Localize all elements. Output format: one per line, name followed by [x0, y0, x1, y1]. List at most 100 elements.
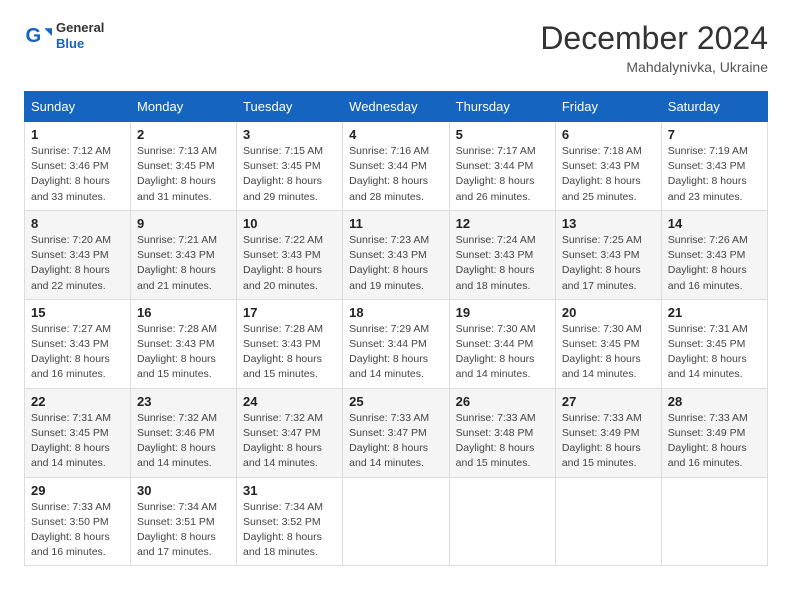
day-info: Sunrise: 7:33 AM Sunset: 3:47 PM Dayligh… — [349, 411, 442, 472]
day-number: 12 — [456, 216, 549, 231]
day-info: Sunrise: 7:30 AM Sunset: 3:44 PM Dayligh… — [456, 322, 549, 383]
day-number: 11 — [349, 216, 442, 231]
day-info: Sunrise: 7:31 AM Sunset: 3:45 PM Dayligh… — [31, 411, 124, 472]
day-info: Sunrise: 7:16 AM Sunset: 3:44 PM Dayligh… — [349, 144, 442, 205]
month-title: December 2024 — [540, 20, 768, 57]
day-cell: 15Sunrise: 7:27 AM Sunset: 3:43 PM Dayli… — [25, 299, 131, 388]
day-cell: 17 Sunrise: 7:28 AM Sunset: 3:43 PM Dayli… — [237, 299, 343, 388]
day-cell: 6 Sunrise: 7:18 AM Sunset: 3:43 PM Daylig… — [555, 122, 661, 211]
day-number: 26 — [456, 394, 549, 409]
day-cell: 21Sunrise: 7:31 AM Sunset: 3:45 PM Dayli… — [661, 299, 767, 388]
day-info: Sunrise: 7:34 AM Sunset: 3:51 PM Dayligh… — [137, 500, 230, 561]
day-header-sunday: Sunday — [25, 92, 131, 122]
empty-cell — [449, 477, 555, 566]
day-number: 30 — [137, 483, 230, 498]
day-number: 6 — [562, 127, 655, 142]
day-header-wednesday: Wednesday — [343, 92, 449, 122]
day-cell: 8 Sunrise: 7:20 AM Sunset: 3:43 PM Daylig… — [25, 210, 131, 299]
day-info: Sunrise: 7:31 AM Sunset: 3:45 PM Dayligh… — [668, 322, 761, 383]
calendar-week-row: 29Sunrise: 7:33 AM Sunset: 3:50 PM Dayli… — [25, 477, 768, 566]
day-cell: 9Sunrise: 7:21 AM Sunset: 3:43 PM Daylig… — [131, 210, 237, 299]
day-cell: 16Sunrise: 7:28 AM Sunset: 3:43 PM Dayli… — [131, 299, 237, 388]
logo: G General Blue — [24, 20, 104, 51]
day-number: 2 — [137, 127, 230, 142]
day-info: Sunrise: 7:24 AM Sunset: 3:43 PM Dayligh… — [456, 233, 549, 294]
day-number: 31 — [243, 483, 336, 498]
day-info: Sunrise: 7:19 AM Sunset: 3:43 PM Dayligh… — [668, 144, 761, 205]
day-number: 1 — [31, 127, 124, 142]
day-cell: 11 Sunrise: 7:23 AM Sunset: 3:43 PM Dayli… — [343, 210, 449, 299]
day-cell: 20Sunrise: 7:30 AM Sunset: 3:45 PM Dayli… — [555, 299, 661, 388]
calendar-week-row: 1 Sunrise: 7:12 AM Sunset: 3:46 PM Daylig… — [25, 122, 768, 211]
calendar-week-row: 22 Sunrise: 7:31 AM Sunset: 3:45 PM Dayli… — [25, 388, 768, 477]
day-number: 8 — [31, 216, 124, 231]
day-info: Sunrise: 7:22 AM Sunset: 3:43 PM Dayligh… — [243, 233, 336, 294]
page-header: G General Blue December 2024 Mahdalynivk… — [24, 20, 768, 75]
location: Mahdalynivka, Ukraine — [540, 59, 768, 75]
logo-icon: G — [24, 22, 52, 50]
day-cell: 23Sunrise: 7:32 AM Sunset: 3:46 PM Dayli… — [131, 388, 237, 477]
day-number: 22 — [31, 394, 124, 409]
day-info: Sunrise: 7:33 AM Sunset: 3:49 PM Dayligh… — [562, 411, 655, 472]
day-info: Sunrise: 7:34 AM Sunset: 3:52 PM Dayligh… — [243, 500, 336, 561]
day-info: Sunrise: 7:27 AM Sunset: 3:43 PM Dayligh… — [31, 322, 124, 383]
day-cell: 7 Sunrise: 7:19 AM Sunset: 3:43 PM Daylig… — [661, 122, 767, 211]
day-header-friday: Friday — [555, 92, 661, 122]
day-number: 18 — [349, 305, 442, 320]
day-info: Sunrise: 7:26 AM Sunset: 3:43 PM Dayligh… — [668, 233, 761, 294]
day-cell: 22 Sunrise: 7:31 AM Sunset: 3:45 PM Dayli… — [25, 388, 131, 477]
day-info: Sunrise: 7:13 AM Sunset: 3:45 PM Dayligh… — [137, 144, 230, 205]
empty-cell — [555, 477, 661, 566]
day-cell: 26 Sunrise: 7:33 AM Sunset: 3:48 PM Dayli… — [449, 388, 555, 477]
day-cell: 24Sunrise: 7:32 AM Sunset: 3:47 PM Dayli… — [237, 388, 343, 477]
day-number: 16 — [137, 305, 230, 320]
day-cell: 31 Sunrise: 7:34 AM Sunset: 3:52 PM Dayli… — [237, 477, 343, 566]
day-cell: 12 Sunrise: 7:24 AM Sunset: 3:43 PM Dayli… — [449, 210, 555, 299]
day-cell: 10 Sunrise: 7:22 AM Sunset: 3:43 PM Dayli… — [237, 210, 343, 299]
day-cell: 18Sunrise: 7:29 AM Sunset: 3:44 PM Dayli… — [343, 299, 449, 388]
day-cell: 25Sunrise: 7:33 AM Sunset: 3:47 PM Dayli… — [343, 388, 449, 477]
day-info: Sunrise: 7:12 AM Sunset: 3:46 PM Dayligh… — [31, 144, 124, 205]
day-number: 28 — [668, 394, 761, 409]
calendar-week-row: 15Sunrise: 7:27 AM Sunset: 3:43 PM Dayli… — [25, 299, 768, 388]
title-block: December 2024 Mahdalynivka, Ukraine — [540, 20, 768, 75]
day-cell: 14 Sunrise: 7:26 AM Sunset: 3:43 PM Dayli… — [661, 210, 767, 299]
day-info: Sunrise: 7:20 AM Sunset: 3:43 PM Dayligh… — [31, 233, 124, 294]
day-number: 17 — [243, 305, 336, 320]
day-number: 10 — [243, 216, 336, 231]
day-number: 4 — [349, 127, 442, 142]
day-number: 13 — [562, 216, 655, 231]
day-info: Sunrise: 7:32 AM Sunset: 3:46 PM Dayligh… — [137, 411, 230, 472]
calendar-table: SundayMondayTuesdayWednesdayThursdayFrid… — [24, 91, 768, 566]
day-number: 14 — [668, 216, 761, 231]
day-number: 7 — [668, 127, 761, 142]
day-number: 27 — [562, 394, 655, 409]
day-header-thursday: Thursday — [449, 92, 555, 122]
day-cell: 2 Sunrise: 7:13 AM Sunset: 3:45 PM Daylig… — [131, 122, 237, 211]
day-cell: 5Sunrise: 7:17 AM Sunset: 3:44 PM Daylig… — [449, 122, 555, 211]
day-info: Sunrise: 7:18 AM Sunset: 3:43 PM Dayligh… — [562, 144, 655, 205]
day-info: Sunrise: 7:25 AM Sunset: 3:43 PM Dayligh… — [562, 233, 655, 294]
day-cell: 29Sunrise: 7:33 AM Sunset: 3:50 PM Dayli… — [25, 477, 131, 566]
logo-general: General — [56, 20, 104, 36]
day-number: 3 — [243, 127, 336, 142]
day-header-tuesday: Tuesday — [237, 92, 343, 122]
day-info: Sunrise: 7:17 AM Sunset: 3:44 PM Dayligh… — [456, 144, 549, 205]
day-cell: 3 Sunrise: 7:15 AM Sunset: 3:45 PM Daylig… — [237, 122, 343, 211]
day-header-monday: Monday — [131, 92, 237, 122]
day-cell: 1 Sunrise: 7:12 AM Sunset: 3:46 PM Daylig… — [25, 122, 131, 211]
day-info: Sunrise: 7:15 AM Sunset: 3:45 PM Dayligh… — [243, 144, 336, 205]
day-info: Sunrise: 7:33 AM Sunset: 3:50 PM Dayligh… — [31, 500, 124, 561]
day-info: Sunrise: 7:33 AM Sunset: 3:49 PM Dayligh… — [668, 411, 761, 472]
day-info: Sunrise: 7:32 AM Sunset: 3:47 PM Dayligh… — [243, 411, 336, 472]
day-info: Sunrise: 7:21 AM Sunset: 3:43 PM Dayligh… — [137, 233, 230, 294]
day-info: Sunrise: 7:33 AM Sunset: 3:48 PM Dayligh… — [456, 411, 549, 472]
day-info: Sunrise: 7:23 AM Sunset: 3:43 PM Dayligh… — [349, 233, 442, 294]
calendar-header-row: SundayMondayTuesdayWednesdayThursdayFrid… — [25, 92, 768, 122]
day-cell: 19 Sunrise: 7:30 AM Sunset: 3:44 PM Dayli… — [449, 299, 555, 388]
day-cell: 30 Sunrise: 7:34 AM Sunset: 3:51 PM Dayli… — [131, 477, 237, 566]
day-number: 19 — [456, 305, 549, 320]
day-info: Sunrise: 7:28 AM Sunset: 3:43 PM Dayligh… — [243, 322, 336, 383]
empty-cell — [661, 477, 767, 566]
logo-blue: Blue — [56, 36, 104, 52]
